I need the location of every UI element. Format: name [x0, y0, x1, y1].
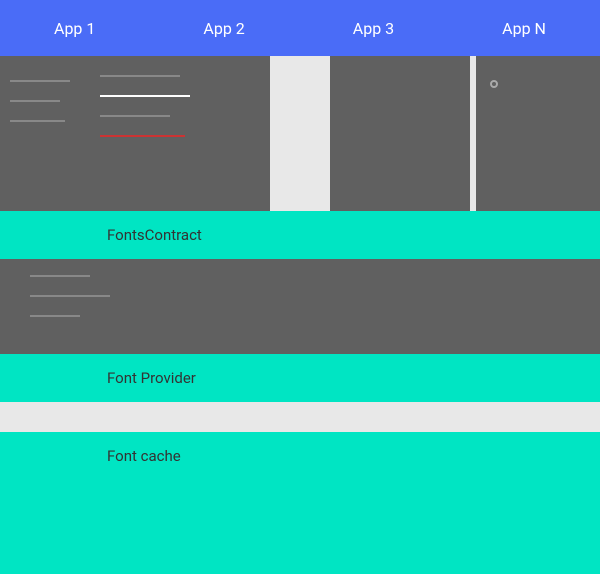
app-tab-1[interactable]: App 1 [38, 11, 111, 46]
middle-line-3 [30, 315, 80, 317]
appn-dot [490, 80, 498, 88]
font-cache-section: Font cache [0, 432, 600, 480]
bottom-teal-section [0, 480, 600, 574]
app2-line-2 [100, 95, 190, 97]
fonts-contract-section: FontsContract [0, 211, 600, 259]
app-block-2 [90, 56, 270, 211]
font-provider-section: Font Provider [0, 354, 600, 402]
app-block-3 [330, 56, 470, 211]
app1-line-1 [10, 80, 70, 82]
gap-between-providers [0, 402, 600, 432]
app1-line-2 [10, 100, 60, 102]
middle-line-1 [30, 275, 90, 277]
app-tab-n[interactable]: App N [486, 11, 562, 46]
middle-line-2 [30, 295, 110, 297]
app2-line-4 [100, 135, 185, 137]
fonts-contract-label: FontsContract [107, 226, 202, 244]
app1-line-3 [10, 120, 65, 122]
app-tab-3[interactable]: App 3 [337, 11, 410, 46]
app2-line-3 [100, 115, 170, 117]
app-tab-2[interactable]: App 2 [187, 11, 260, 46]
font-provider-label: Font Provider [107, 369, 196, 387]
app2-line-1 [100, 75, 180, 77]
middle-dark-section [0, 259, 600, 354]
app-bar: App 1 App 2 App 3 App N [0, 0, 600, 56]
font-cache-label: Font cache [107, 447, 181, 465]
main-container: App 1 App 2 App 3 App N FontsContract Fo… [0, 0, 600, 574]
